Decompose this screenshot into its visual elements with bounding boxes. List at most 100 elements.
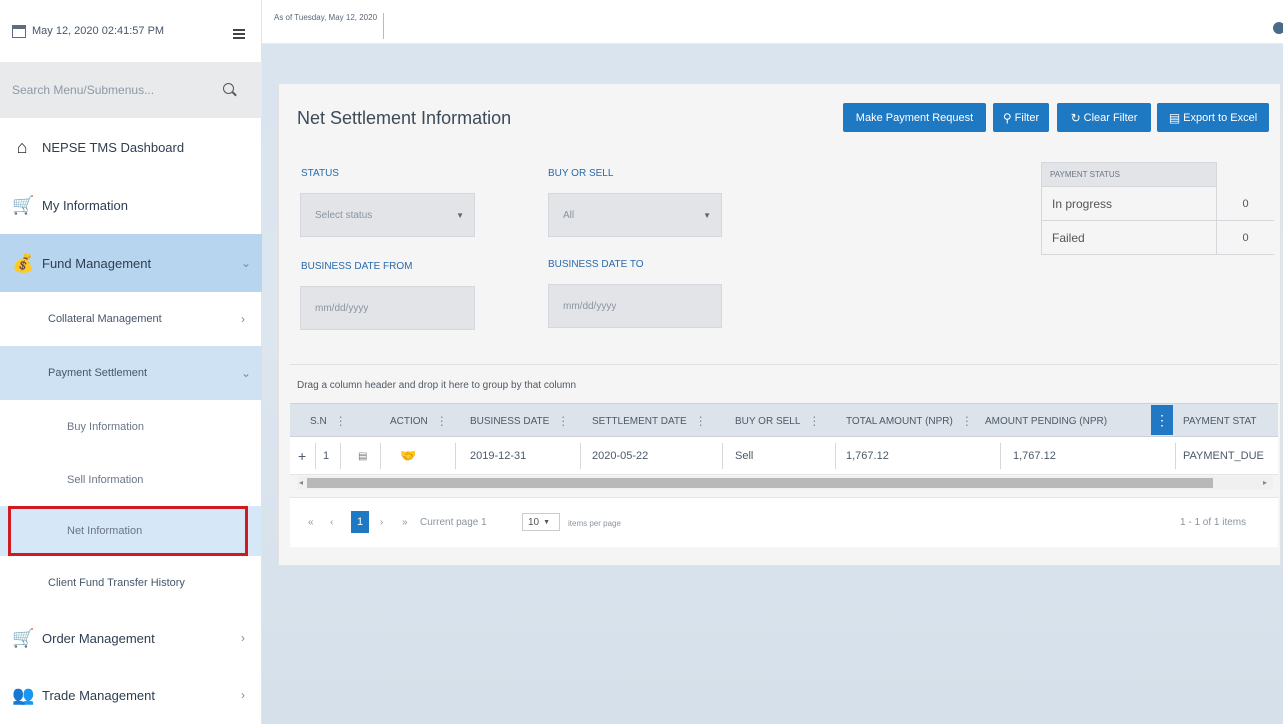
sidebar-item-payment-settlement[interactable]: Payment Settlement ⌄ [0,346,262,400]
cell-divider [380,443,381,469]
sidebar-item-sell-information[interactable]: Sell Information [0,453,262,506]
cell-business-date: 2019-12-31 [470,450,527,462]
home-icon: ⌂ [16,136,28,157]
column-menu-icon[interactable]: ⋮ [695,414,707,428]
business-date-from-input[interactable]: mm/dd/yyyy [300,286,475,330]
last-page-button[interactable]: » [402,517,408,528]
grid-header: S.N ⋮ ACTION ⋮ BUSINESS DATE ⋮ SETTLEMENT D… [290,403,1278,437]
as-of-date: As of Tuesday, May 12, 2020 [274,13,385,39]
column-menu-icon[interactable]: ⋮ [557,414,569,428]
cell-sn: 1 [323,450,330,462]
sidebar-item-collateral-management[interactable]: Collateral Management › [0,292,262,346]
column-header-sn[interactable]: S.N ⋮ [310,404,347,438]
cell-divider [580,443,581,469]
dropdown-caret-icon: ▼ [703,210,711,220]
column-menu-icon[interactable]: ⋮ [961,414,973,428]
cell-divider [455,443,456,469]
sidebar-header: May 12, 2020 02:41:57 PM [0,0,262,62]
group-by-hint: Drag a column header and drop it here to… [297,380,577,391]
cell-divider [835,443,836,469]
payment-status-row: Failed 0 [1041,221,1274,255]
next-page-button[interactable]: › [380,517,383,528]
user-avatar-icon[interactable] [1273,22,1283,34]
horizontal-scrollbar[interactable]: ◂ ▸ [297,476,1273,490]
cell-amount-pending: 1,767.12 [1013,450,1056,462]
column-header-payment-status[interactable]: PAYMENT STAT [1183,404,1257,438]
column-header-business-date[interactable]: BUSINESS DATE ⋮ [470,404,569,438]
status-label: STATUS [301,168,339,179]
scrollbar-thumb[interactable] [307,478,1213,488]
column-menu-icon[interactable]: ⋮ [808,414,820,428]
current-page-text: Current page 1 [420,517,487,528]
sidebar-item-order-management[interactable]: 🛒 Order Management › [0,610,262,666]
filter-button[interactable]: ⚲ Filter [993,103,1049,132]
view-icon[interactable]: ▤ [358,437,367,475]
search-icon: ⚲ [1002,110,1012,125]
column-header-total-amount[interactable]: TOTAL AMOUNT (NPR) ⋮ [846,404,973,438]
section-divider [290,364,1278,365]
column-menu-icon[interactable]: ⋮ [436,414,448,428]
sidebar: May 12, 2020 02:41:57 PM Search Menu/Sub… [0,0,262,724]
money-bag-icon: 💰 [12,252,35,273]
make-payment-request-button[interactable]: Make Payment Request [843,103,986,132]
highlight-annotation [8,506,248,556]
cell-divider [340,443,341,469]
payment-status-table: PAYMENT STATUS In progress 0 Failed 0 [1041,162,1274,255]
sidebar-item-dashboard[interactable]: ⌂ NEPSE TMS Dashboard [0,118,262,176]
search-placeholder: Search Menu/Submenus... [12,83,155,97]
scroll-right-arrow-icon[interactable]: ▸ [1263,478,1267,487]
business-date-to-label: BUSINESS DATE TO [548,259,644,270]
buy-or-sell-label: BUY OR SELL [548,168,614,179]
column-menu-icon[interactable]: ⋮ [1151,405,1173,435]
cell-settlement-date: 2020-05-22 [592,450,649,462]
column-header-amount-pending[interactable]: AMOUNT PENDING (NPR) [985,404,1107,438]
column-header-buy-or-sell[interactable]: BUY OR SELL ⋮ [735,404,820,438]
sidebar-item-client-fund-transfer-history[interactable]: Client Fund Transfer History [0,556,262,610]
cell-payment-status: PAYMENT_DUE [1183,450,1264,462]
scroll-left-arrow-icon[interactable]: ◂ [299,478,303,487]
sidebar-item-fund-management[interactable]: 💰 Fund Management ⌄ [0,234,262,292]
people-icon: 👥 [12,684,35,705]
sidebar-item-my-information[interactable]: 🛒 My Information [0,176,262,234]
first-page-button[interactable]: « [308,517,314,528]
menu-search-input[interactable]: Search Menu/Submenus... [0,62,262,118]
document-icon: ▤ [1168,110,1181,125]
cell-divider [1175,443,1176,469]
refresh-icon: ↻ [1070,110,1081,125]
sidebar-item-buy-information[interactable]: Buy Information [0,400,262,453]
column-header-action[interactable]: ACTION ⋮ [390,404,448,438]
payment-status-header: PAYMENT STATUS [1041,162,1217,187]
dropdown-caret-icon: ▼ [456,210,464,220]
pagination-bar: « ‹ 1 › » Current page 1 10 ▼ items per … [290,497,1278,547]
export-to-excel-button[interactable]: ▤ Export to Excel [1157,103,1269,132]
column-header-settlement-date[interactable]: SETTLEMENT DATE ⋮ [592,404,707,438]
cell-buy-or-sell: Sell [735,450,754,462]
cell-divider [315,443,316,469]
top-bar: As of Tuesday, May 12, 2020 [262,0,1283,44]
table-row[interactable]: + 1 ▤ 🤝 2019-12-31 2020-05-22 Sell 1,767… [290,437,1278,475]
clear-filter-button[interactable]: ↻ Clear Filter [1057,103,1151,132]
chevron-right-icon: › [241,631,245,645]
status-select[interactable]: Select status ▼ [300,193,475,237]
expand-row-icon[interactable]: + [298,437,306,475]
cart-icon: 🛒 [12,194,35,215]
calendar-icon [12,24,26,38]
chevron-right-icon: › [241,312,245,326]
search-icon[interactable] [223,83,234,94]
chevron-down-icon: ⌄ [241,256,252,270]
hamburger-menu-icon[interactable] [233,29,245,41]
chevron-down-icon: ⌄ [241,366,252,380]
prev-page-button[interactable]: ‹ [330,517,333,528]
cell-divider [722,443,723,469]
cell-total-amount: 1,767.12 [846,450,889,462]
business-date-to-input[interactable]: mm/dd/yyyy [548,284,722,328]
page-size-select[interactable]: 10 ▼ [522,513,560,531]
payment-status-row: In progress 0 [1041,187,1274,221]
page-1-button[interactable]: 1 [351,511,369,533]
buy-or-sell-select[interactable]: All ▼ [548,193,722,237]
sidebar-item-trade-management[interactable]: 👥 Trade Management › [0,666,262,724]
handshake-action-icon[interactable]: 🤝 [400,437,416,475]
dropdown-caret-icon: ▼ [543,518,551,526]
pager-summary: 1 - 1 of 1 items [1180,517,1247,528]
column-menu-icon[interactable]: ⋮ [335,414,347,428]
